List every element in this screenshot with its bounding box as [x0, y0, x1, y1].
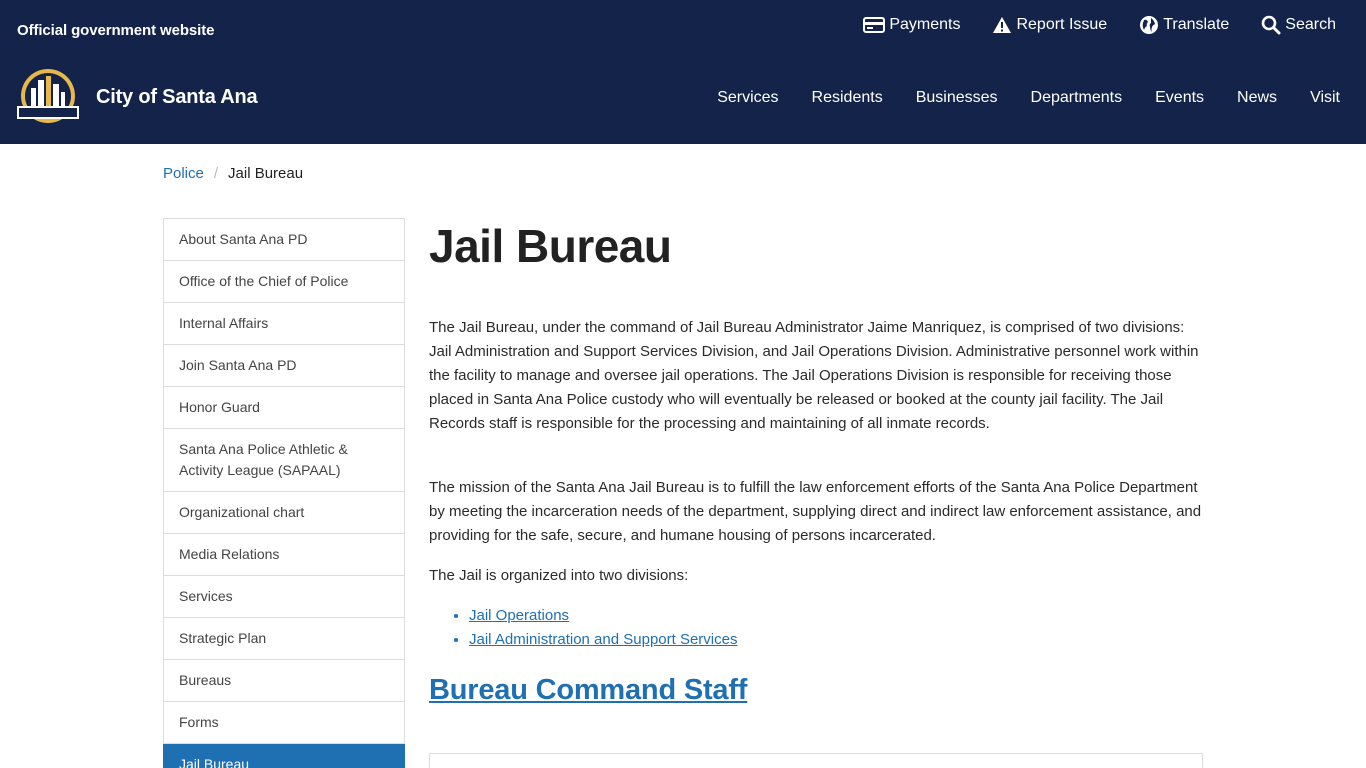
sidebar-item-about[interactable]: About Santa Ana PD — [164, 219, 404, 261]
jail-operations-link[interactable]: Jail Operations — [469, 607, 569, 624]
city-seal-logo[interactable] — [17, 68, 79, 124]
main-content: Jail Bureau The Jail Bureau, under the c… — [429, 218, 1203, 768]
translate-link[interactable]: Translate — [1139, 14, 1229, 36]
nav-residents[interactable]: Residents — [812, 89, 883, 107]
site-name[interactable]: City of Santa Ana — [96, 86, 258, 109]
globe-icon — [1139, 15, 1159, 35]
search-link[interactable]: Search — [1261, 14, 1336, 36]
mission-paragraph: The mission of the Santa Ana Jail Bureau… — [429, 479, 1202, 544]
search-label: Search — [1285, 16, 1336, 33]
sidebar-item-join[interactable]: Join Santa Ana PD — [164, 345, 404, 387]
sidebar-item-media-relations[interactable]: Media Relations — [164, 534, 404, 576]
sidebar-item-internal-affairs[interactable]: Internal Affairs — [164, 303, 404, 345]
nav-events[interactable]: Events — [1155, 89, 1204, 107]
breadcrumb-police-link[interactable]: Police — [163, 165, 204, 182]
sidebar-item-chief-office[interactable]: Office of the Chief of Police — [164, 261, 404, 303]
sidebar-item-strategic-plan[interactable]: Strategic Plan — [164, 618, 404, 660]
main-nav: Services Residents Businesses Department… — [717, 89, 1340, 107]
sidebar-item-bureaus[interactable]: Bureaus — [164, 660, 404, 702]
staff-card — [429, 753, 1203, 768]
nav-visit[interactable]: Visit — [1310, 89, 1340, 107]
report-issue-label: Report Issue — [1016, 16, 1108, 33]
sidebar-item-honor-guard[interactable]: Honor Guard — [164, 387, 404, 429]
nav-businesses[interactable]: Businesses — [916, 89, 998, 107]
payments-label: Payments — [889, 16, 961, 33]
jail-administration-link[interactable]: Jail Administration and Support Services — [469, 631, 737, 648]
warning-icon — [992, 16, 1012, 34]
sidebar-item-forms[interactable]: Forms — [164, 702, 404, 744]
sidebar-item-services[interactable]: Services — [164, 576, 404, 618]
nav-news[interactable]: News — [1237, 89, 1277, 107]
bureau-command-staff-heading[interactable]: Bureau Command Staff — [429, 674, 747, 707]
sidebar-item-jail-bureau[interactable]: Jail Bureau — [163, 744, 405, 768]
divisions-list: Jail Operations Jail Administration and … — [449, 604, 737, 652]
translate-label: Translate — [1163, 16, 1230, 33]
sidebar-item-sapaal[interactable]: Santa Ana Police Athletic & Activity Lea… — [164, 429, 404, 492]
page-title: Jail Bureau — [429, 220, 672, 272]
nav-departments[interactable]: Departments — [1031, 89, 1123, 107]
breadcrumb: Police / Jail Bureau — [163, 165, 303, 182]
official-website-banner: Official government website — [17, 22, 215, 39]
list-item: Jail Administration and Support Services — [469, 628, 737, 652]
breadcrumb-current: Jail Bureau — [228, 165, 304, 182]
nav-services[interactable]: Services — [717, 89, 778, 107]
utility-nav: Payments Report Issue Translate Search — [863, 14, 1336, 36]
credit-card-icon — [863, 16, 886, 34]
breadcrumb-separator: / — [213, 165, 219, 182]
divisions-intro: The Jail is organized into two divisions… — [429, 567, 689, 584]
list-item: Jail Operations — [469, 604, 737, 628]
site-header: Official government website Payments Rep… — [0, 0, 1366, 144]
sidebar-nav: About Santa Ana PD Office of the Chief o… — [163, 218, 405, 768]
report-issue-link[interactable]: Report Issue — [992, 14, 1107, 36]
sidebar-item-org-chart[interactable]: Organizational chart — [164, 492, 404, 534]
payments-link[interactable]: Payments — [863, 14, 960, 36]
search-icon — [1261, 15, 1281, 35]
intro-paragraph: The Jail Bureau, under the command of Ja… — [429, 319, 1199, 432]
